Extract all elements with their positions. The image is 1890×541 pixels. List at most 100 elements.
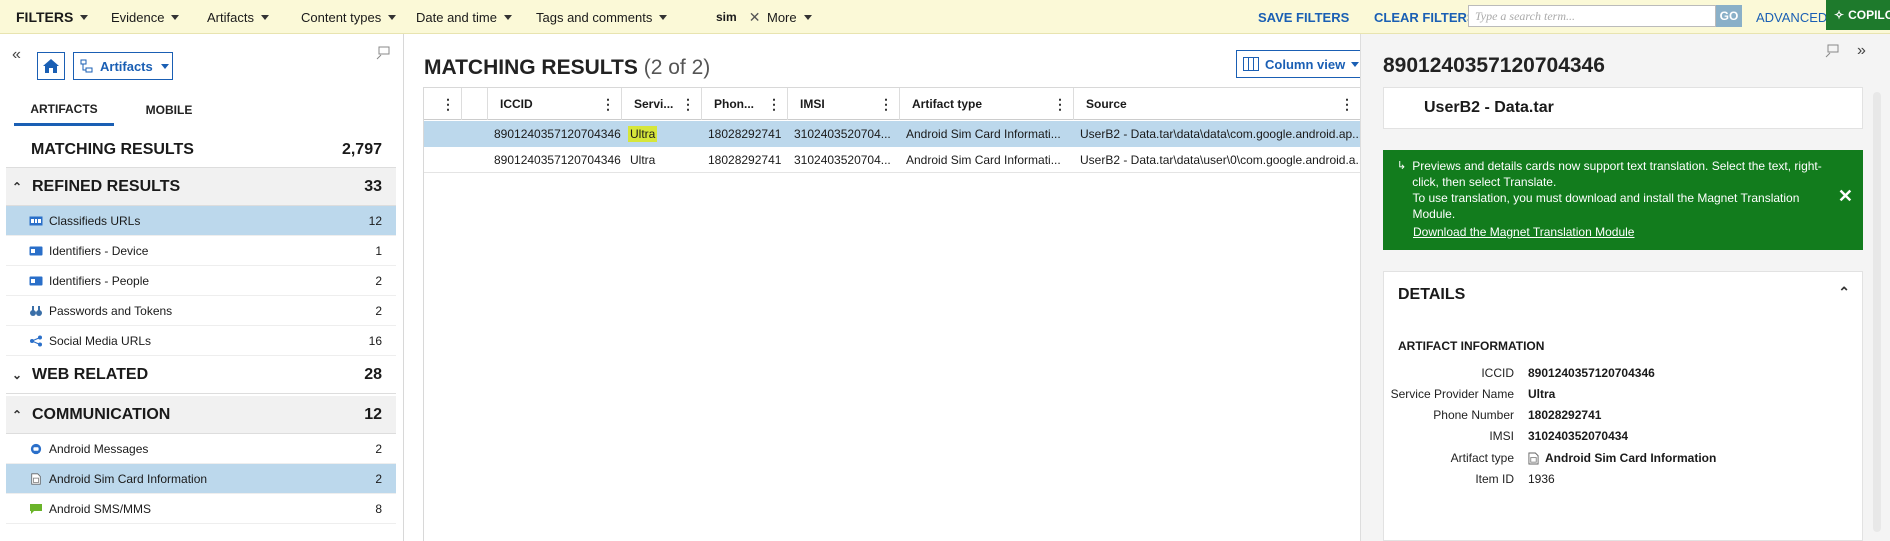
details-scrollbar[interactable] xyxy=(1870,84,1884,541)
list-item-count: 8 xyxy=(375,501,382,516)
chevron-down-icon xyxy=(659,14,668,20)
chevron-down-icon xyxy=(803,14,812,20)
more-vertical-icon[interactable]: ⋮ xyxy=(1340,96,1354,113)
download-translation-link[interactable]: Download the Magnet Translation Module xyxy=(1413,224,1823,240)
column-header-iccid[interactable]: ICCID ⋮ xyxy=(488,88,622,120)
list-item[interactable]: Android Sim Card Information 2 xyxy=(6,464,396,494)
section-refined-results[interactable]: ⌃ REFINED RESULTS 33 xyxy=(6,168,396,206)
list-item[interactable]: Passwords and Tokens 2 xyxy=(6,296,396,326)
go-button[interactable]: GO xyxy=(1716,5,1742,27)
column-header-label: Servi... xyxy=(634,97,674,111)
more-filter[interactable]: More xyxy=(767,0,812,34)
section-communication[interactable]: ⌃ COMMUNICATION 12 xyxy=(6,396,396,434)
copilot-button[interactable]: ✧COPILOT xyxy=(1826,0,1890,30)
matching-results-row[interactable]: MATCHING RESULTS 2,797 xyxy=(6,132,396,168)
more-vertical-icon[interactable]: ⋮ xyxy=(441,96,455,113)
clear-filters-button[interactable]: CLEAR FILTERS xyxy=(1374,0,1476,34)
artifacts-filter[interactable]: Artifacts xyxy=(207,0,269,34)
tab-artifacts[interactable]: ARTIFACTS xyxy=(14,94,114,126)
grid-header: ⋮ ICCID ⋮ Servi... ⋮ Phon... ⋮ IMSI ⋮ Artifa… xyxy=(424,88,1361,120)
chevron-down-icon xyxy=(388,14,397,20)
save-filters-button[interactable]: SAVE FILTERS xyxy=(1258,0,1349,34)
list-item[interactable]: Social Media URLs 16 xyxy=(6,326,396,356)
translate-icon: ↳ xyxy=(1397,160,1407,172)
filters-menu[interactable]: FILTERS xyxy=(16,0,89,34)
chevron-down-icon: ⌄ xyxy=(12,367,23,382)
row-menu-header[interactable]: ⋮ xyxy=(424,88,462,120)
section-web-related[interactable]: ⌄ WEB RELATED 28 xyxy=(6,356,396,394)
pin-icon[interactable] xyxy=(1825,44,1839,61)
field-value: 1936 xyxy=(1528,472,1555,486)
checkbox-header[interactable] xyxy=(462,88,488,120)
field-imsi: IMSI 310240352070434 xyxy=(1384,427,1864,447)
list-item[interactable]: Identifiers - Device 1 xyxy=(6,236,396,266)
more-vertical-icon[interactable]: ⋮ xyxy=(879,96,893,113)
list-item-count: 16 xyxy=(368,333,382,348)
sparkle-icon: ✧ xyxy=(1834,8,1845,22)
more-vertical-icon[interactable]: ⋮ xyxy=(1053,96,1067,113)
collapse-up-icon[interactable]: ⌃ xyxy=(1838,284,1850,301)
cell-service: Ultra xyxy=(622,121,702,147)
field-phone-number: Phone Number 18028292741 xyxy=(1384,406,1864,426)
evidence-filter-label: Evidence xyxy=(111,9,165,25)
list-item-label: Classifieds URLs xyxy=(49,213,141,228)
field-value: 310240352070434 xyxy=(1528,429,1629,443)
field-label: IMSI xyxy=(1489,429,1514,443)
banner-text: To use translation, you must download an… xyxy=(1412,191,1800,221)
column-header-imsi[interactable]: IMSI ⋮ xyxy=(788,88,900,120)
chevron-up-icon: ⌃ xyxy=(12,179,23,194)
field-item-id: Item ID 1936 xyxy=(1384,470,1864,490)
collapse-right-icon[interactable]: » xyxy=(1857,42,1866,60)
collapse-left-icon[interactable]: « xyxy=(12,46,21,64)
list-item-label: Social Media URLs xyxy=(49,333,152,348)
cell-iccid: 8901240357120704346 xyxy=(494,153,621,167)
active-term-label: sim xyxy=(716,10,737,24)
content-types-filter[interactable]: Content types xyxy=(301,0,397,34)
tags-comments-filter-label: Tags and comments xyxy=(536,9,653,25)
android-messages-icon xyxy=(30,443,42,454)
pin-icon[interactable] xyxy=(376,46,390,60)
more-vertical-icon[interactable]: ⋮ xyxy=(601,96,615,113)
results-title: MATCHING RESULTS (2 of 2) xyxy=(424,56,710,80)
section-count: 33 xyxy=(364,177,382,195)
chevron-up-icon: ⌃ xyxy=(12,407,23,422)
list-item-label: Passwords and Tokens xyxy=(49,303,173,318)
tags-comments-filter[interactable]: Tags and comments xyxy=(536,0,668,34)
column-header-artifact-type[interactable]: Artifact type ⋮ xyxy=(900,88,1074,120)
advanced-button[interactable]: ADVANCED xyxy=(1756,0,1827,34)
search-input[interactable]: Type a search term... xyxy=(1468,5,1716,27)
list-item-label: Android Messages xyxy=(49,441,149,456)
list-item[interactable]: Android SMS/MMS 8 xyxy=(6,494,396,524)
cell-phone: 18028292741 xyxy=(708,153,782,167)
list-item[interactable]: Android Messages 2 xyxy=(6,434,396,464)
field-value: 8901240357120704346 xyxy=(1528,366,1655,380)
home-button[interactable] xyxy=(37,52,65,80)
table-row[interactable]: 8901240357120704346 Ultra 18028292741 31… xyxy=(424,121,1361,147)
tab-mobile[interactable]: MOBILE xyxy=(114,94,224,126)
cell-artifact-type: Android Sim Card Informati... xyxy=(906,153,1061,167)
field-iccid: ICCID 8901240357120704346 xyxy=(1384,364,1864,384)
view-dropdown[interactable]: Artifacts xyxy=(73,52,173,80)
column-header-source[interactable]: Source ⋮ xyxy=(1074,88,1361,120)
more-vertical-icon[interactable]: ⋮ xyxy=(767,96,781,113)
columns-icon xyxy=(1243,57,1259,71)
section-label: REFINED RESULTS xyxy=(32,177,181,195)
list-item[interactable]: Classifieds URLs 12 xyxy=(6,206,396,236)
list-item[interactable]: Identifiers - People 2 xyxy=(6,266,396,296)
id-card-icon xyxy=(29,246,43,255)
preview-card: UserB2 - Data.tar xyxy=(1383,87,1863,129)
results-count: (2 of 2) xyxy=(643,56,711,79)
list-item-label: Android SMS/MMS xyxy=(49,501,152,516)
scrollbar-thumb[interactable] xyxy=(1873,92,1881,532)
column-header-phone[interactable]: Phon... ⋮ xyxy=(702,88,788,120)
more-vertical-icon[interactable]: ⋮ xyxy=(681,96,695,113)
column-header-service[interactable]: Servi... ⋮ xyxy=(622,88,702,120)
column-view-dropdown[interactable]: Column view xyxy=(1236,50,1362,78)
table-row[interactable]: 8901240357120704346 Ultra 18028292741 31… xyxy=(424,147,1361,173)
evidence-filter[interactable]: Evidence xyxy=(111,0,180,34)
field-label: Service Provider Name xyxy=(1390,387,1514,401)
cell-artifact-type: Android Sim Card Informati... xyxy=(906,127,1061,141)
close-icon[interactable]: ✕ xyxy=(1838,187,1853,205)
date-time-filter[interactable]: Date and time xyxy=(416,0,512,34)
close-icon[interactable]: ✕ xyxy=(749,9,761,26)
